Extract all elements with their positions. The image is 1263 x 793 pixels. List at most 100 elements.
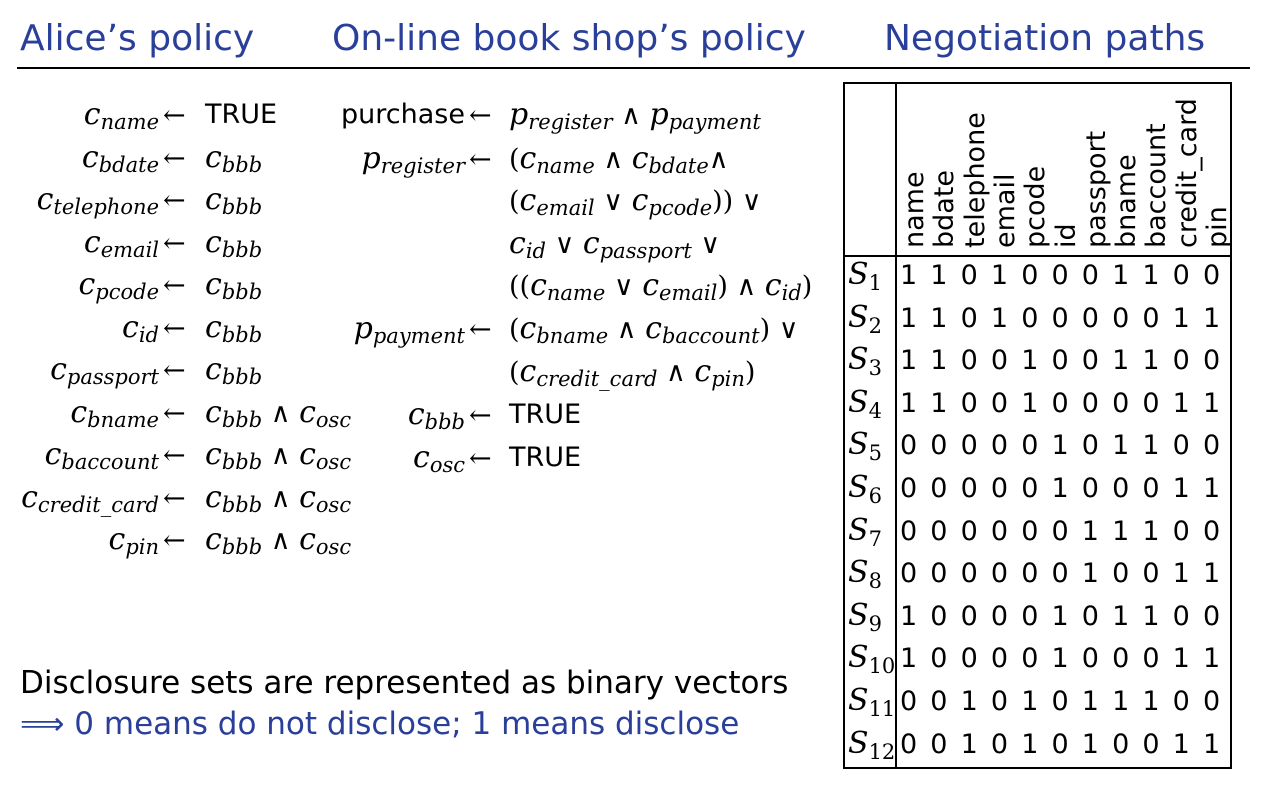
shop-rule-rhs-var-letter: c xyxy=(631,183,649,218)
bit-telephone: 0 xyxy=(960,515,978,547)
row-label-letter: S xyxy=(848,470,869,505)
shop-rule-rhs-var: ccredit_card xyxy=(520,354,658,390)
row-label-letter: S xyxy=(848,512,869,548)
bit-baccount: 1 xyxy=(1142,686,1160,717)
alice-rule-var-sub: osc xyxy=(315,450,352,474)
bit-credit_card: 0 xyxy=(1172,600,1190,632)
shop-rule-rhs-var-letter: p xyxy=(649,97,669,132)
row-label-letter: S xyxy=(848,683,869,718)
row-label-letter: S xyxy=(848,384,869,420)
alice-rule-rhs: cbbb xyxy=(205,224,262,261)
bit-pin: 0 xyxy=(1202,515,1221,547)
bit-passport: 1 xyxy=(1081,558,1099,590)
alice-rule-var: ctelephone xyxy=(37,182,159,218)
bit-telephone: 0 xyxy=(960,473,978,504)
alice-rule-arrow: ← xyxy=(163,100,186,131)
bit-bdate: 0 xyxy=(930,430,948,462)
alice-rule-var-letter: c xyxy=(299,437,316,472)
column-header-label: pin xyxy=(1202,206,1233,248)
bit-baccount: 1 xyxy=(1142,260,1160,291)
bit-passport: 0 xyxy=(1081,345,1099,377)
alice-rule-var: cbbb xyxy=(205,140,262,175)
column-header-label: telephone xyxy=(959,112,991,248)
bit-baccount: 0 xyxy=(1142,728,1160,760)
bit-email: 0 xyxy=(990,473,1009,504)
bit-pcode: 1 xyxy=(1021,387,1039,419)
row-label-s1: S1 xyxy=(848,257,882,295)
bit-pcode: 0 xyxy=(1021,558,1039,590)
alice-rule-var-letter: c xyxy=(44,437,62,472)
alice-rule-arrow: ← xyxy=(163,312,186,344)
shop-rule-rhs-operator: ∨ xyxy=(605,271,643,302)
alice-rule-rhs: TRUE xyxy=(205,100,277,128)
alice-rule-var-letter: c xyxy=(205,267,222,302)
shop-rule-lhs: pregister xyxy=(361,144,465,177)
column-header-label: baccount xyxy=(1141,123,1173,248)
bit-passport: 0 xyxy=(1081,260,1099,291)
alice-rule-rhs: cbbb ∧ cosc xyxy=(205,440,351,473)
bit-bname: 1 xyxy=(1112,345,1130,377)
bit-pin: 1 xyxy=(1202,473,1221,504)
bit-telephone: 0 xyxy=(960,345,978,377)
shop-rule-rhs-operator: ( xyxy=(509,357,520,388)
shop-rule-lhs-var: cosc xyxy=(413,440,465,476)
bit-bname: 1 xyxy=(1112,600,1130,632)
bit-name: 1 xyxy=(900,260,918,291)
alice-rule-var-sub: bbb xyxy=(221,407,263,432)
shop-rule-rhs-operator: ) xyxy=(744,357,756,388)
bit-telephone: 0 xyxy=(960,558,978,590)
column-header-label: passport xyxy=(1080,130,1112,248)
alice-rule-var: cbbb xyxy=(205,480,262,515)
alice-rule-var: cosc xyxy=(299,437,352,474)
alice-rule-arrow: ← xyxy=(163,185,186,216)
shop-rule-arrow: ← xyxy=(469,443,492,474)
bit-email: 0 xyxy=(990,600,1009,632)
row-bits-s9: 10000101100 xyxy=(900,601,1233,632)
bit-credit_card: 1 xyxy=(1172,558,1190,590)
shop-rule-rhs-operator: (( xyxy=(509,271,531,302)
bit-baccount: 0 xyxy=(1142,473,1160,504)
shop-rule-rhs-var: cpassport xyxy=(583,226,692,262)
row-label-sub: 4 xyxy=(868,398,882,423)
row-label-s8: S8 xyxy=(848,555,882,593)
shop-rule-rhs-var: cpcode xyxy=(631,183,713,219)
bit-pin: 0 xyxy=(1202,345,1221,377)
bit-credit_card: 1 xyxy=(1172,473,1190,504)
alice-rule-var-letter: c xyxy=(108,522,126,557)
shop-rule-rhs-var-letter: c xyxy=(764,268,782,303)
row-label-sub: 5 xyxy=(868,441,882,466)
alice-rule-var: cbbb xyxy=(205,310,262,345)
alice-rule-var-letter: c xyxy=(205,522,222,557)
bit-credit_card: 0 xyxy=(1172,430,1190,462)
row-bits-s7: 00000011100 xyxy=(900,516,1233,547)
row-label-sub: 9 xyxy=(868,611,882,636)
shop-rule-rhs-operator: ∧ xyxy=(608,314,646,345)
alice-rule-arrow: ← xyxy=(163,440,186,471)
shop-rule-rhs-var-sub: pin xyxy=(711,367,745,391)
shop-rule-rhs: (ccredit_card ∧ cpin) xyxy=(509,357,755,390)
bit-pcode: 0 xyxy=(1021,600,1039,632)
alice-rule-var: cbbb xyxy=(205,437,262,473)
column-header-label: credit_card xyxy=(1171,98,1203,248)
bit-pcode: 0 xyxy=(1021,430,1039,462)
row-label-s7: S7 xyxy=(848,513,882,551)
row-label-letter: S xyxy=(848,640,869,676)
bit-credit_card: 1 xyxy=(1172,387,1190,419)
shop-rule-rhs-var-letter: c xyxy=(631,141,649,176)
alice-rule-var-letter: c xyxy=(205,224,222,260)
alice-rule-var-sub: osc xyxy=(315,407,352,432)
shop-rule-rhs-var: pregister xyxy=(509,97,613,133)
alice-rule-lhs: cpin xyxy=(109,525,160,558)
heading-divider xyxy=(17,67,1250,69)
row-label-letter: S xyxy=(848,342,869,378)
column-header-label: name xyxy=(899,171,930,248)
shop-policy-heading: On-line book shop’s policy xyxy=(332,18,806,59)
bit-telephone: 0 xyxy=(960,430,978,462)
shop-rule-rhs-operator: ∧ xyxy=(708,144,729,175)
bit-bname: 1 xyxy=(1112,430,1130,462)
row-label-letter: S xyxy=(848,725,869,761)
shop-rule-rhs-operator: )) ∨ xyxy=(712,186,762,217)
alice-rule-var-letter: c xyxy=(78,267,96,302)
bit-id: 0 xyxy=(1051,728,1069,760)
column-header-pin: pin xyxy=(1200,84,1233,252)
